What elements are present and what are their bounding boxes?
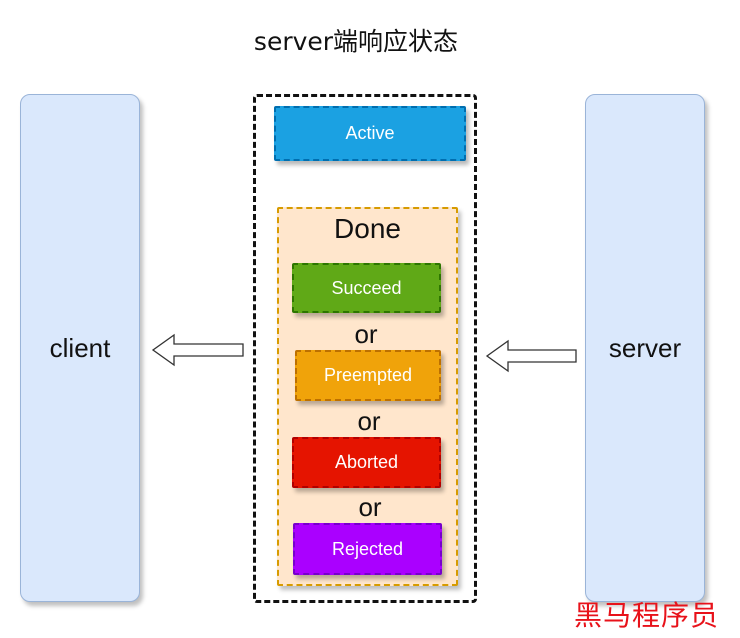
status-succeed: Succeed	[292, 263, 441, 313]
server-node: server	[585, 94, 705, 602]
or-separator: or	[358, 492, 382, 522]
watermark-text: 黑马程序员	[574, 599, 720, 632]
status-rejected-label: Rejected	[331, 538, 404, 559]
client-node: client	[20, 94, 140, 602]
status-rejected: Rejected	[293, 523, 442, 575]
or-separator: or	[354, 319, 378, 349]
or-separator: or	[357, 406, 381, 436]
server-label: server	[608, 333, 682, 363]
done-label: Done	[334, 213, 401, 244]
status-aborted-label: Aborted	[334, 452, 399, 472]
arrow-to-client-icon	[151, 333, 244, 367]
client-label: client	[49, 333, 111, 363]
status-preempted-label: Preempted	[323, 365, 413, 385]
status-preempted: Preempted	[295, 350, 441, 401]
status-succeed-label: Succeed	[331, 277, 402, 298]
status-active-label: Active	[345, 123, 395, 143]
status-active: Active	[274, 106, 466, 161]
arrow-from-server-icon	[485, 339, 577, 373]
status-aborted: Aborted	[292, 437, 441, 488]
diagram-title: server端响应状态	[253, 27, 459, 56]
